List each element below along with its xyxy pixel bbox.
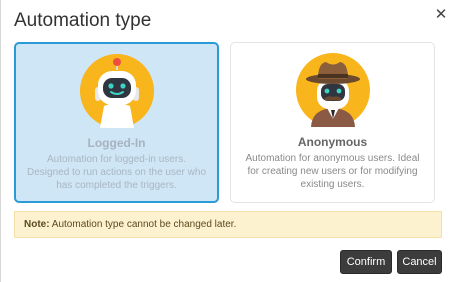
logged-in-option-card[interactable]: Logged-In Automation for logged-in users…	[14, 42, 219, 203]
note-text: Automation type cannot be changed later.	[49, 219, 237, 230]
spy-icon	[295, 53, 370, 127]
anonymous-card-description: Automation for anonymous users. Ideal fo…	[245, 153, 420, 190]
logged-in-card-title: Logged-In	[87, 136, 146, 150]
automation-type-dialog: Automation type ✕ Logged-In Automation f…	[0, 0, 450, 282]
note-banner: Note: Automation type cannot be changed …	[14, 211, 442, 238]
logged-in-card-description: Automation for logged-in users. Designed…	[27, 154, 206, 191]
cancel-button[interactable]: Cancel	[397, 250, 442, 274]
close-icon[interactable]: ✕	[434, 6, 448, 24]
note-label: Note:	[24, 219, 50, 230]
confirm-button[interactable]: Confirm	[340, 250, 392, 274]
anonymous-card-title: Anonymous	[297, 135, 368, 149]
anonymous-option-card[interactable]: Anonymous Automation for anonymous users…	[230, 42, 435, 203]
dialog-title: Automation type	[14, 10, 152, 31]
robot-icon	[79, 54, 154, 128]
